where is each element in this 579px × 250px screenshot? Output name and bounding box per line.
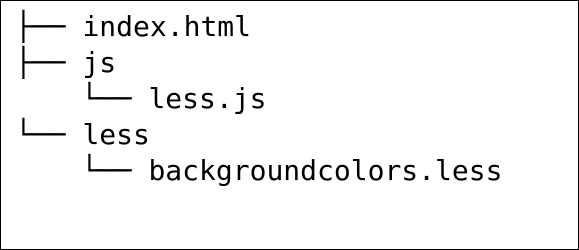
directory-tree: ├── index.html ├── js └── less.js └── le… bbox=[1, 9, 502, 189]
file-name: index.html bbox=[82, 10, 252, 43]
tree-item-backgroundcolors-less: └── backgroundcolors.less bbox=[1, 153, 502, 189]
tree-item-js-folder: ├── js bbox=[1, 45, 502, 81]
tree-item-less-js: └── less.js bbox=[1, 81, 502, 117]
tree-last-branch-connector: └── bbox=[15, 118, 83, 151]
tree-last-branch-connector: └── bbox=[81, 82, 149, 115]
tree-branch-connector: ├── bbox=[15, 10, 83, 43]
file-name: backgroundcolors.less bbox=[148, 154, 503, 187]
folder-name: js bbox=[82, 46, 117, 79]
folder-name: less bbox=[82, 118, 150, 151]
tree-last-branch-connector: └── bbox=[81, 154, 149, 187]
tree-branch-connector: ├── bbox=[15, 46, 83, 79]
tree-item-index-html: ├── index.html bbox=[1, 9, 502, 45]
directory-tree-panel: ├── index.html ├── js └── less.js └── le… bbox=[0, 0, 579, 250]
file-name: less.js bbox=[148, 82, 267, 115]
tree-item-less-folder: └── less bbox=[1, 117, 502, 153]
